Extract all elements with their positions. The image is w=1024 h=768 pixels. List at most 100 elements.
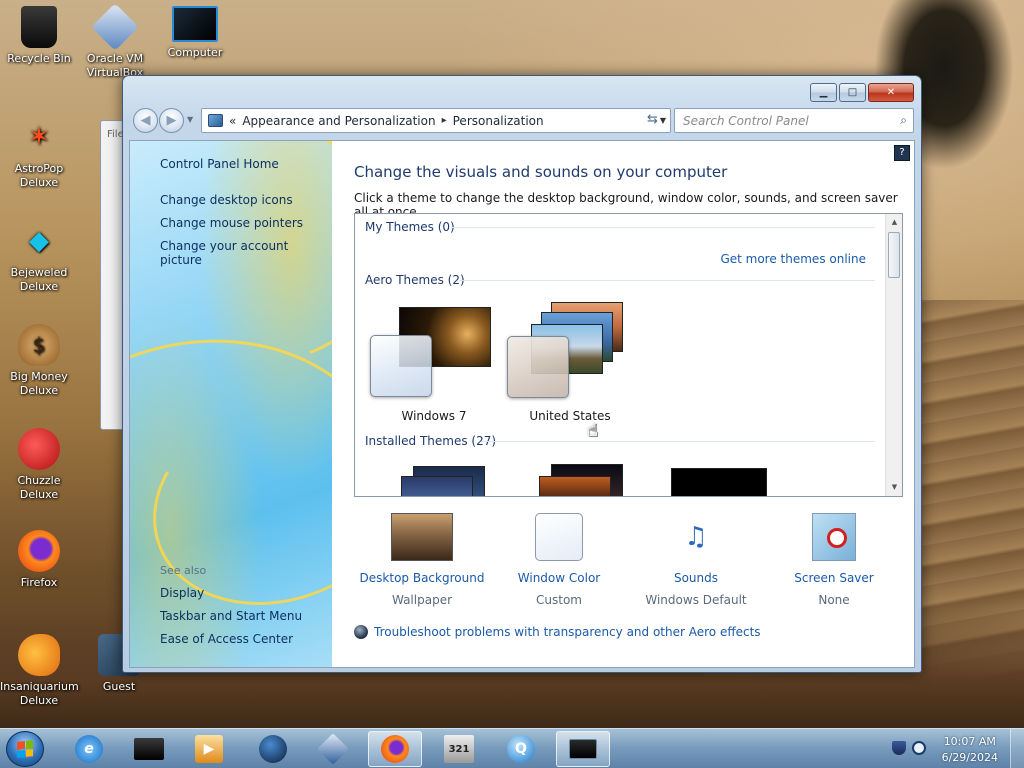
- desktop-icon-insaniquarium[interactable]: Insaniquarium Deluxe: [0, 634, 79, 708]
- taskbar-start-menu-link[interactable]: Taskbar and Start Menu: [160, 609, 302, 623]
- globe-icon: [259, 735, 287, 763]
- theme-list[interactable]: My Themes (0) Get more themes online Aer…: [354, 213, 903, 497]
- windows-logo-icon: [17, 740, 33, 758]
- theme-name: United States: [529, 409, 611, 423]
- chuzzle-icon: [18, 428, 60, 470]
- taskbar-control-panel[interactable]: [556, 731, 610, 767]
- desktop-icon-label: Firefox: [20, 576, 58, 589]
- money-bag-icon: $: [18, 324, 60, 366]
- sounds-setting[interactable]: ♫ Sounds Windows Default: [628, 511, 764, 607]
- troubleshoot-icon: [354, 625, 368, 639]
- taskbar-virtualbox[interactable]: [306, 731, 360, 767]
- internet-explorer-glyph: e: [84, 741, 94, 757]
- media-player-glyph: ▶: [203, 741, 215, 757]
- breadcrumb-overflow[interactable]: «: [229, 114, 236, 128]
- see-also-label: See also: [160, 564, 207, 577]
- search-input[interactable]: Search Control Panel ⌕: [674, 108, 914, 133]
- quicktime-glyph: Q: [515, 741, 527, 757]
- refresh-icon[interactable]: ⇆: [647, 112, 658, 127]
- show-desktop-button[interactable]: [1010, 729, 1024, 768]
- search-placeholder: Search Control Panel: [683, 113, 809, 128]
- start-button[interactable]: [6, 731, 44, 767]
- scroll-down-icon[interactable]: ▼: [886, 479, 902, 496]
- search-icon[interactable]: ⌕: [900, 113, 907, 128]
- windows-7-color-swatch: [370, 335, 432, 397]
- back-arrow-icon: ◀: [140, 113, 151, 128]
- desktop-icon-firefox[interactable]: Firefox: [0, 530, 78, 590]
- desktop-icon-chuzzle[interactable]: Chuzzle Deluxe: [0, 428, 78, 502]
- desktop-icon-computer[interactable]: Computer: [156, 6, 234, 60]
- security-shield-icon[interactable]: [892, 741, 906, 755]
- change-desktop-icons-link[interactable]: Change desktop icons: [160, 193, 293, 207]
- display-link[interactable]: Display: [160, 586, 204, 600]
- taskbar: e ▶ 321 Q 10:07 AM 6/29/2024: [0, 728, 1024, 768]
- taskbar-screen-app[interactable]: [122, 731, 176, 767]
- theme-united-states[interactable]: United States: [505, 302, 635, 423]
- desktop-icon-label: Insaniquarium Deluxe: [0, 680, 79, 707]
- group-divider: [459, 280, 875, 281]
- taskbar-media-player-classic[interactable]: 321: [432, 731, 486, 767]
- installed-theme-thumbnail[interactable]: [539, 476, 611, 496]
- scroll-thumb[interactable]: [888, 232, 900, 278]
- screen-saver-setting[interactable]: Screen Saver None: [766, 511, 902, 607]
- taskbar-firefox[interactable]: [368, 731, 422, 767]
- desktop-icon-label: Computer: [167, 46, 223, 59]
- group-header-my-themes[interactable]: My Themes (0): [365, 220, 455, 234]
- window-color-setting[interactable]: Window Color Custom: [491, 511, 627, 607]
- desktop-background-setting[interactable]: Desktop Background Wallpaper: [354, 511, 490, 607]
- recent-pages-dropdown[interactable]: ▼: [187, 115, 193, 124]
- desktop-icon-recycle-bin[interactable]: Recycle Bin: [0, 6, 78, 66]
- desktop-background-link[interactable]: Desktop Background: [354, 571, 490, 585]
- taskbar-quicktime[interactable]: Q: [494, 731, 548, 767]
- theme-settings-row: Desktop Background Wallpaper Window Colo…: [354, 511, 903, 611]
- computer-monitor-icon: [172, 6, 218, 42]
- maximize-icon: □: [847, 87, 858, 98]
- desktop-icon-virtualbox[interactable]: Oracle VM VirtualBox: [76, 3, 154, 80]
- address-dropdown-icon[interactable]: ▼: [660, 116, 666, 125]
- breadcrumb-personalization[interactable]: Personalization: [453, 114, 544, 128]
- internet-explorer-icon: e: [75, 735, 103, 763]
- media-player-icon: ▶: [195, 735, 223, 763]
- ease-of-access-link[interactable]: Ease of Access Center: [160, 632, 293, 646]
- maximize-button[interactable]: □: [839, 83, 866, 102]
- address-row: ◀ ▶ ▼ « Appearance and Personalization ▸…: [131, 106, 915, 134]
- no-entry-icon: [827, 528, 847, 548]
- left-nav-pane: Control Panel Home Change desktop icons …: [130, 141, 332, 667]
- window-color-link[interactable]: Window Color: [491, 571, 627, 585]
- help-icon[interactable]: ?: [894, 145, 910, 161]
- window-title-buttons: ▁ □ ✕: [810, 83, 914, 102]
- control-panel-home-link[interactable]: Control Panel Home: [160, 157, 279, 171]
- change-mouse-pointers-link[interactable]: Change mouse pointers: [160, 216, 303, 230]
- scroll-up-icon[interactable]: ▲: [886, 214, 902, 231]
- close-button[interactable]: ✕: [868, 83, 914, 102]
- desktop-icon-astropop[interactable]: ✶ AstroPop Deluxe: [0, 116, 78, 190]
- breadcrumb-separator[interactable]: ▸: [442, 115, 447, 126]
- breadcrumb-appearance[interactable]: Appearance and Personalization: [242, 114, 435, 128]
- back-button[interactable]: ◀: [133, 108, 158, 133]
- sounds-link[interactable]: Sounds: [628, 571, 764, 585]
- desktop-icon-bejeweled[interactable]: ◆ Bejeweled Deluxe: [0, 220, 78, 294]
- personalization-window: ▁ □ ✕ ◀ ▶ ▼ « Appearance and Personaliza…: [122, 75, 922, 673]
- desktop-icon-big-money[interactable]: $ Big Money Deluxe: [0, 324, 78, 398]
- installed-theme-thumbnail[interactable]: [401, 476, 473, 496]
- installed-theme-thumbnail[interactable]: [671, 468, 767, 496]
- get-more-themes-link[interactable]: Get more themes online: [720, 252, 866, 266]
- forward-button[interactable]: ▶: [159, 108, 184, 133]
- group-header-aero-themes[interactable]: Aero Themes (2): [365, 273, 465, 287]
- troubleshoot-link[interactable]: Troubleshoot problems with transparency …: [374, 625, 761, 639]
- taskbar-internet-explorer[interactable]: e: [62, 731, 116, 767]
- taskbar-media-player[interactable]: ▶: [182, 731, 236, 767]
- minimize-button[interactable]: ▁: [810, 83, 837, 102]
- theme-list-scrollbar[interactable]: ▲ ▼: [885, 214, 902, 496]
- group-divider: [481, 441, 875, 442]
- taskbar-globe-app[interactable]: [246, 731, 300, 767]
- network-icon[interactable]: [912, 741, 926, 755]
- address-bar[interactable]: « Appearance and Personalization ▸ Perso…: [201, 108, 671, 133]
- theme-windows-7[interactable]: Windows 7: [369, 307, 499, 427]
- group-header-installed-themes[interactable]: Installed Themes (27): [365, 434, 496, 448]
- change-account-picture-link[interactable]: Change your account picture: [160, 239, 332, 267]
- desktop-background-value: Wallpaper: [391, 593, 453, 607]
- close-icon: ✕: [886, 87, 896, 98]
- screen-saver-link[interactable]: Screen Saver: [766, 571, 902, 585]
- system-clock[interactable]: 10:07 AM 6/29/2024: [942, 734, 998, 766]
